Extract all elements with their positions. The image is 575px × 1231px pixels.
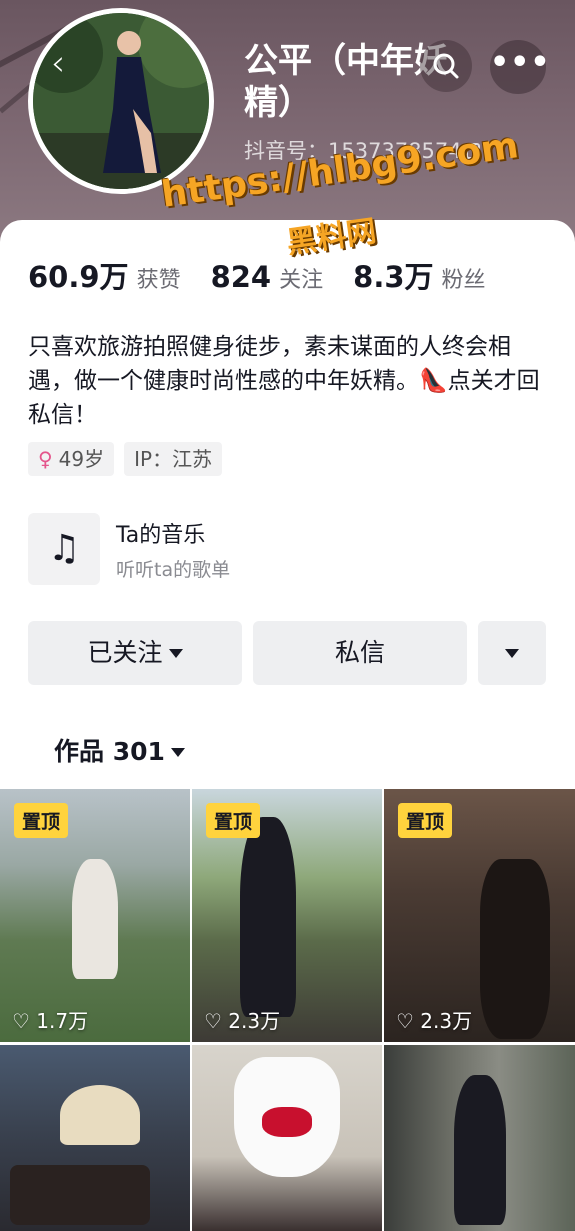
video-thumbnail[interactable] <box>384 1045 575 1231</box>
music-text: Ta的音乐 听听ta的歌单 <box>116 517 230 582</box>
thumbnail-figure <box>480 859 550 1039</box>
profile-header: ‹ 公平（中年妖精） ••• 抖音号：1537378574 https://hl… <box>0 0 575 250</box>
caret-down-icon <box>170 748 185 757</box>
video-thumbnail[interactable]: 置顶 ♡ 1.7万 <box>0 789 190 1042</box>
video-thumbnail[interactable]: 置顶 ♡ 2.3万 <box>192 789 382 1042</box>
thumbnail-figure <box>454 1075 506 1225</box>
video-thumbnail[interactable] <box>0 1045 190 1231</box>
thumbnail-figure <box>60 1085 140 1145</box>
ip-tag: IP：江苏 <box>124 442 223 476</box>
video-grid: 置顶 ♡ 1.7万 置顶 ♡ 2.3万 置顶 ♡ 2.3万 <box>0 789 575 1231</box>
avatar-photo <box>33 13 209 189</box>
stat-likes-label: 获赞 <box>136 268 181 293</box>
video-thumbnail[interactable]: 置顶 ♡ 2.3万 <box>384 789 575 1042</box>
pinned-badge: 置顶 <box>398 803 453 838</box>
video-likes: ♡ 2.3万 <box>204 1009 281 1033</box>
stat-following[interactable]: 824 关注 <box>211 260 324 294</box>
profile-tags: ♀ 49岁 IP：江苏 <box>28 442 232 476</box>
caret-down-icon <box>505 649 519 658</box>
more-button[interactable]: ••• <box>490 40 550 94</box>
pinned-badge: 置顶 <box>14 803 69 838</box>
stat-followers-label: 粉丝 <box>441 268 486 293</box>
age-tag: ♀ 49岁 <box>28 442 115 476</box>
music-note-icon: ♫ <box>28 513 100 585</box>
stats-row: 60.9万 获赞 824 关注 8.3万 粉丝 <box>28 254 516 296</box>
age-tag-text: 49岁 <box>58 447 105 471</box>
video-thumbnail[interactable] <box>192 1045 382 1231</box>
thumbnail-object <box>10 1165 150 1225</box>
stat-likes-value: 60.9万 <box>28 260 129 294</box>
message-button[interactable]: 私信 <box>253 621 467 685</box>
music-entry[interactable]: ♫ Ta的音乐 听听ta的歌单 <box>28 513 230 585</box>
more-options-button[interactable] <box>478 621 546 685</box>
followed-button-label: 已关注 <box>87 638 163 667</box>
avatar[interactable] <box>28 8 214 194</box>
thumbnail-mask-detail <box>262 1107 312 1137</box>
pinned-badge: 置顶 <box>206 803 261 838</box>
search-icon <box>433 53 459 79</box>
back-button[interactable]: ‹ <box>36 44 80 88</box>
stat-following-value: 824 <box>210 260 272 294</box>
stat-likes[interactable]: 60.9万 获赞 <box>28 254 181 296</box>
action-buttons: 已关注 私信 <box>28 621 546 685</box>
more-dots-icon: ••• <box>490 45 551 80</box>
tab-works[interactable]: 作品 301 <box>54 732 185 768</box>
thumbnail-figure <box>240 817 296 1017</box>
stat-followers[interactable]: 8.3万 粉丝 <box>353 254 485 296</box>
profile-card: 60.9万 获赞 824 关注 8.3万 粉丝 只喜欢旅游拍照健身徒步，素未谋面… <box>0 220 575 1231</box>
caret-down-icon <box>168 649 183 658</box>
thumbnail-figure <box>72 859 118 979</box>
followed-button[interactable]: 已关注 <box>28 621 242 685</box>
video-likes: ♡ 1.7万 <box>12 1009 89 1033</box>
video-likes: ♡ 2.3万 <box>396 1009 473 1033</box>
music-subtitle: 听听ta的歌单 <box>116 558 231 581</box>
tab-works-label: 作品 301 <box>54 737 165 766</box>
stat-following-label: 关注 <box>279 268 324 293</box>
stat-followers-value: 8.3万 <box>353 260 434 294</box>
music-title: Ta的音乐 <box>116 522 206 548</box>
search-button[interactable] <box>420 40 472 92</box>
profile-bio: 只喜欢旅游拍照健身徒步，素未谋面的人终会相遇，做一个健康时尚性感的中年妖精。👠点… <box>28 334 540 428</box>
female-icon: ♀ <box>38 447 53 471</box>
